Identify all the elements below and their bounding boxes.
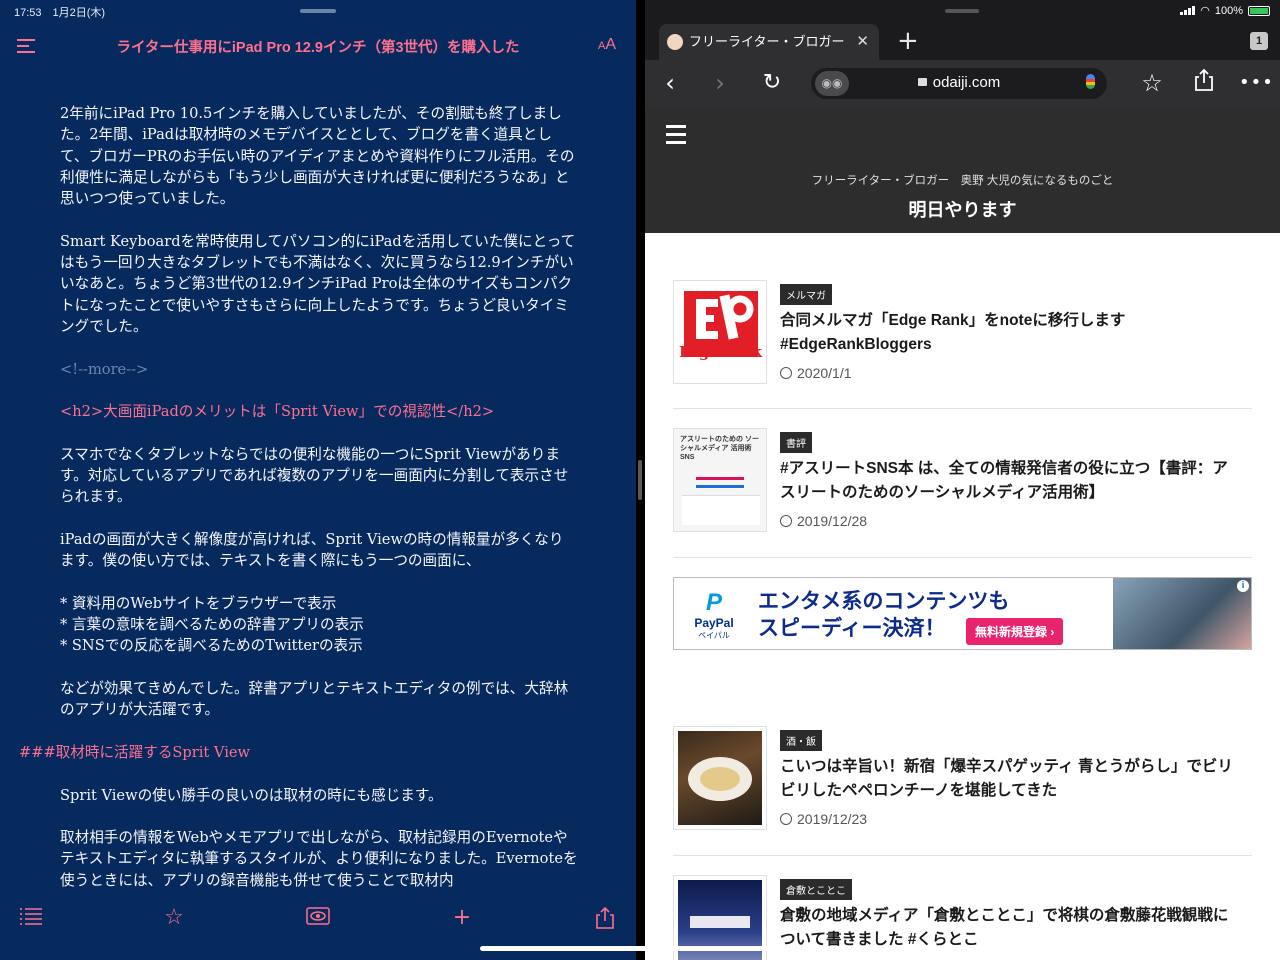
- paypal-logo: P PayPal ペイパル: [684, 590, 744, 641]
- ad-line-1: エンタメ系のコンテンツも: [758, 590, 1010, 613]
- clock-icon: [780, 515, 792, 527]
- article-date-text: 2019/12/28: [797, 513, 868, 529]
- split-view-handle[interactable]: [638, 460, 642, 500]
- microphone-icon[interactable]: [1086, 74, 1095, 89]
- ad-photo: [1113, 578, 1251, 649]
- lock-icon: [917, 78, 927, 86]
- reload-icon[interactable]: ↻: [757, 68, 787, 98]
- add-icon[interactable]: +: [449, 906, 475, 930]
- article-card[interactable]: 酒・飯 こいつは辛旨い！新宿「爆辛スパゲッティ 青とうがらし」でビリビリしたペペ…: [673, 726, 1252, 856]
- wifi-icon: ◠: [1200, 5, 1210, 17]
- editor-paragraph: Sprit Viewの使い勝手の良いのは取材の時にも感じます。: [60, 786, 443, 804]
- clock-icon: [780, 367, 792, 379]
- document-title: ライター仕事用にiPad Pro 12.9インチ（第3世代）を購入した: [116, 40, 520, 56]
- clock-icon: [780, 813, 792, 825]
- editor-paragraph: 2年前にiPad Pro 10.5インチを購入していましたが、その割賦も終了しま…: [60, 105, 575, 208]
- site-header: フリーライター・ブロガー 奥野 大児の気になるものごと 明日やります: [645, 106, 1280, 233]
- article-title[interactable]: 合同メルマガ「Edge Rank」をnoteに移行します #EdgeRankBl…: [780, 309, 1242, 357]
- article-card[interactable]: アスリートのための ソーシャルメディア 活用術 SNS 書評 #アスリートSNS…: [673, 428, 1252, 558]
- article-date: 2019/12/23: [780, 811, 867, 827]
- more-menu-icon[interactable]: •••: [1239, 68, 1273, 98]
- thumbnail-caption: アスリートのための ソーシャルメディア 活用術 SNS: [680, 436, 759, 461]
- browser-chrome: ◠ 100% フリーライター・ブロガー ✕ + 1 ‹ › ↻ ◉◉ odaij…: [645, 0, 1280, 106]
- article-date-text: 2020/1/1: [797, 365, 852, 381]
- bookmark-star-icon[interactable]: ☆: [1137, 68, 1167, 98]
- article-thumbnail[interactable]: [673, 726, 767, 830]
- editor-paragraph: iPadの画面が大きく解像度が高ければ、Sprit Viewの時の情報量が多くな…: [60, 530, 564, 570]
- tab-title: フリーライター・ブロガー: [689, 34, 845, 49]
- close-tab-icon[interactable]: ✕: [856, 24, 869, 60]
- hamburger-menu-icon[interactable]: [666, 125, 686, 149]
- editor-paragraph: Smart Keyboardを常時使用してパソコン的にiPadを活用していた僕に…: [60, 232, 576, 335]
- editor-paragraph: などが効果てきめんでした。辞書アプリとテキストエディタの例では、大辞林のアプリが…: [60, 680, 569, 719]
- editor-paragraph: 取材相手の情報をWebやメモアプリで出しながら、取材記録用のEvernoteやテ…: [60, 829, 578, 889]
- tab-active[interactable]: フリーライター・ブロガー ✕: [659, 24, 879, 60]
- document-list-icon[interactable]: [17, 39, 35, 55]
- tab-count-badge[interactable]: 1: [1250, 32, 1268, 50]
- article-card[interactable]: Edge Rank メルマガ 合同メルマガ「Edge Rank」をnoteに移行…: [673, 280, 1252, 409]
- multitasking-grabber[interactable]: [945, 9, 979, 13]
- editor-list-item: * 言葉の意味を調べるための辞書アプリの表示: [60, 616, 364, 634]
- signal-icon: [1180, 6, 1196, 15]
- site-tagline: フリーライター・ブロガー 奥野 大児の気になるものごと: [811, 175, 1114, 187]
- article-title[interactable]: こいつは辛旨い！新宿「爆辛スパゲッティ 青とうがらし」でビリビリしたペペロンチー…: [780, 755, 1242, 803]
- share-icon[interactable]: [1189, 68, 1219, 98]
- editor-top-toolbar: ライター仕事用にiPad Pro 12.9インチ（第3世代）を購入した AA: [0, 30, 636, 64]
- forward-icon[interactable]: ›: [705, 68, 735, 98]
- new-tab-icon[interactable]: +: [897, 26, 919, 56]
- article-date-text: 2019/12/23: [797, 811, 868, 827]
- text-editor[interactable]: 2年前にiPad Pro 10.5インチを購入していましたが、その割賦も終了しま…: [0, 103, 636, 898]
- font-size-button[interactable]: AA: [598, 36, 616, 54]
- home-indicator[interactable]: [480, 946, 800, 951]
- outline-icon[interactable]: [18, 906, 44, 930]
- category-badge[interactable]: メルマガ: [780, 284, 832, 305]
- article-title[interactable]: #アスリートSNS本 は、全ての情報発信者の役に立つ【書評：アスリートのためのソ…: [780, 457, 1242, 505]
- star-icon[interactable]: ☆: [161, 906, 187, 930]
- article-title[interactable]: 倉敷の地域メディア「倉敷とことこ」で将棋の倉敷藤花戦観戦について書きました #く…: [780, 904, 1242, 952]
- ad-cta-button[interactable]: 無料新規登録 ›: [966, 618, 1064, 645]
- address-bar[interactable]: ◉◉ odaiji.com: [811, 68, 1107, 99]
- adchoices-icon[interactable]: i: [1237, 580, 1249, 592]
- advertisement-banner[interactable]: P PayPal ペイパル エンタメ系のコンテンツも スピーディー決済！ 無料新…: [673, 577, 1252, 650]
- battery-icon: [1248, 5, 1270, 16]
- preview-eye-icon[interactable]: [305, 906, 331, 930]
- share-icon[interactable]: [592, 906, 618, 930]
- ad-brand-sub: ペイパル: [698, 631, 730, 640]
- browser-toolbar: ‹ › ↻ ◉◉ odaiji.com ☆ •••: [645, 60, 1280, 106]
- article-date: 2019/12/28: [780, 513, 867, 529]
- article-thumbnail[interactable]: アスリートのための ソーシャルメディア 活用術 SNS: [673, 428, 767, 532]
- thumbnail-caption: Edge Rank: [678, 343, 762, 361]
- editor-h2-line: <h2>大画面iPadのメリットは「Sprit View」での視認性</h2>: [60, 403, 495, 421]
- editor-paragraph: スマホでなくタブレットならではの便利な機能の一つにSprit Viewがあります…: [60, 445, 569, 506]
- category-badge[interactable]: 酒・飯: [780, 730, 822, 751]
- article-date: 2020/1/1: [780, 365, 852, 381]
- more-tag: <!--more-->: [60, 360, 149, 378]
- editor-h3-line: ###取材時に活躍するSprit View: [19, 743, 250, 761]
- editor-list-item: * 資料用のWebサイトをブラウザーで表示: [60, 594, 337, 612]
- favicon-icon: [667, 34, 683, 50]
- article-thumbnail[interactable]: Edge Rank: [673, 280, 767, 384]
- category-badge[interactable]: 倉敷とことこ: [780, 879, 852, 900]
- back-icon[interactable]: ‹: [655, 68, 685, 98]
- tab-strip: フリーライター・ブロガー ✕ + 1: [645, 24, 1280, 60]
- category-badge[interactable]: 書評: [780, 432, 812, 453]
- status-bar-right: ◠ 100%: [1180, 4, 1270, 17]
- status-bar-time: 17:53 1月2日(木): [14, 7, 106, 19]
- site-name[interactable]: 明日やります: [645, 196, 1280, 222]
- battery-percent: 100%: [1214, 4, 1243, 17]
- url-text: odaiji.com: [932, 74, 1001, 91]
- editor-list-item: * SNSでの反応を調べるためのTwitterの表示: [60, 637, 363, 655]
- editor-bottom-toolbar: ☆ +: [0, 898, 636, 938]
- split-view-divider[interactable]: [636, 0, 645, 960]
- editor-pane: 17:53 1月2日(木) ライター仕事用にiPad Pro 12.9インチ（第…: [0, 0, 636, 960]
- ad-brand: PayPal: [694, 616, 734, 630]
- browser-pane: ◠ 100% フリーライター・ブロガー ✕ + 1 ‹ › ↻ ◉◉ odaij…: [645, 0, 1280, 960]
- multitasking-grabber[interactable]: [300, 9, 336, 13]
